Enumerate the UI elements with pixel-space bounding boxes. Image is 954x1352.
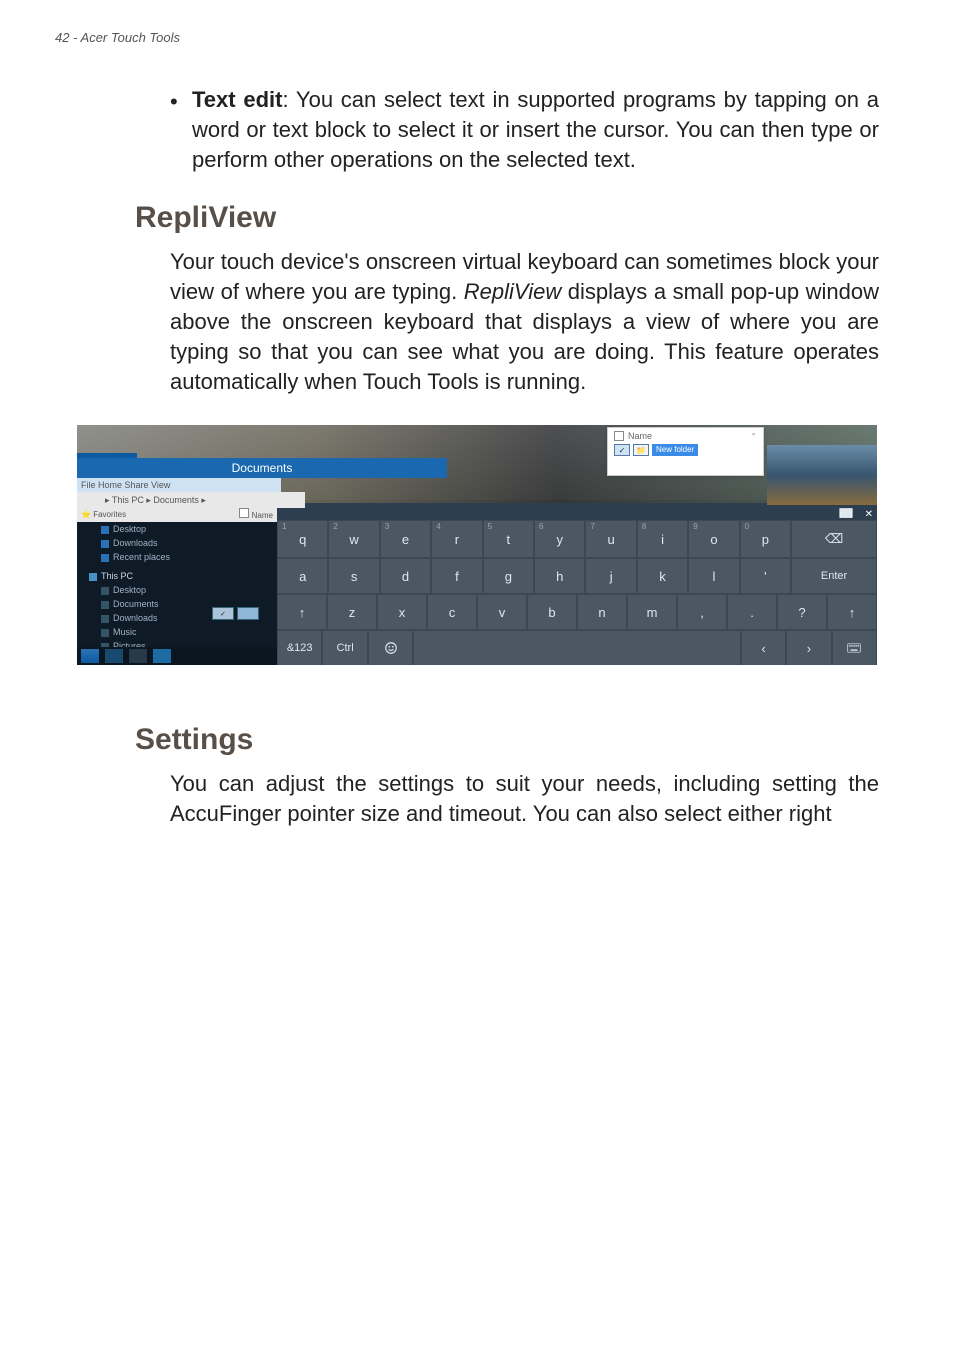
taskbar-active-app[interactable] [153, 649, 171, 663]
key-ctrl[interactable]: Ctrl [323, 631, 366, 665]
popup-checkbox[interactable] [614, 431, 624, 441]
key-comma[interactable]: , [678, 595, 726, 629]
nav-recent[interactable]: Recent places [77, 550, 277, 564]
key-a[interactable]: a [278, 559, 327, 593]
repliview-text-b: RepliView [464, 279, 561, 304]
kbd-row-3: ↑ z x c v b n m , . ? ↑ [277, 594, 877, 630]
key-question[interactable]: ? [778, 595, 826, 629]
key-c[interactable]: c [428, 595, 476, 629]
bullet-body: : You can select text in supported progr… [192, 87, 879, 172]
keyboard-titlebar: ✕ [839, 508, 873, 520]
explorer-column-header[interactable]: ⭐ Favorites Name [77, 508, 277, 522]
key-p[interactable]: p [741, 521, 790, 557]
bullet-marker: • [170, 85, 192, 175]
keyboard-icon [847, 641, 861, 655]
key-k[interactable]: k [638, 559, 687, 593]
popup-selected-row[interactable]: ✓ 📁 New folder [614, 444, 757, 456]
key-q[interactable]: q [278, 521, 327, 557]
key-emoji[interactable] [369, 631, 412, 665]
key-w[interactable]: w [329, 521, 378, 557]
taskbar-start[interactable] [81, 649, 99, 663]
kbd-row-2: a s d f g h j k l ' Enter [277, 558, 877, 594]
popup-selected-text[interactable]: New folder [652, 444, 698, 456]
popup-row-name: Name ⌃ [608, 428, 763, 442]
key-x[interactable]: x [378, 595, 426, 629]
key-f[interactable]: f [432, 559, 481, 593]
bullet-content: Text edit: You can select text in suppor… [192, 85, 879, 175]
key-keyboard-hide[interactable] [833, 631, 876, 665]
taskbar-explorer[interactable] [129, 649, 147, 663]
popup-caret-icon: ⌃ [750, 432, 757, 441]
nav-downloads[interactable]: Downloads [77, 536, 277, 550]
key-j[interactable]: j [586, 559, 635, 593]
key-num[interactable]: &123 [278, 631, 321, 665]
repliview-popup: Name ⌃ ✓ 📁 New folder [607, 427, 764, 476]
popup-check-icon: ✓ [614, 444, 630, 456]
popup-name-label: Name [628, 431, 652, 441]
key-b[interactable]: b [528, 595, 576, 629]
key-t[interactable]: t [484, 521, 533, 557]
selected-folder-badge[interactable]: ✓ [212, 607, 259, 620]
key-v[interactable]: v [478, 595, 526, 629]
popup-folder-icon: 📁 [633, 444, 649, 456]
key-shift-right[interactable]: ↑ [828, 595, 876, 629]
key-space[interactable] [414, 631, 740, 665]
bg-photo-right [767, 445, 877, 505]
heading-settings: Settings [135, 723, 899, 757]
kbd-row-1: q w e r t y u i o p ⌫ [277, 520, 877, 558]
key-shift-left[interactable]: ↑ [278, 595, 326, 629]
key-l[interactable]: l [689, 559, 738, 593]
nav-desktop[interactable]: Desktop [77, 522, 277, 536]
key-m[interactable]: m [628, 595, 676, 629]
page-header: 42 - Acer Touch Tools [55, 30, 899, 45]
key-y[interactable]: y [535, 521, 584, 557]
nav-thispc[interactable]: This PC [77, 569, 277, 583]
window-title: Documents [77, 458, 447, 478]
ribbon-tabs: File Home Share View [77, 478, 281, 492]
key-apostrophe[interactable]: ' [741, 559, 790, 593]
bullet-label: Text edit [192, 87, 282, 112]
bullet-text-edit: • Text edit: You can select text in supp… [170, 85, 879, 175]
key-r[interactable]: r [432, 521, 481, 557]
key-s[interactable]: s [329, 559, 378, 593]
col-checkbox[interactable] [239, 508, 249, 518]
key-h[interactable]: h [535, 559, 584, 593]
key-u[interactable]: u [586, 521, 635, 557]
key-d[interactable]: d [381, 559, 430, 593]
onscreen-keyboard: ✕ q w e r t y u i o p ⌫ a s [277, 520, 877, 665]
emoji-icon [384, 641, 398, 655]
taskbar-ie[interactable] [105, 649, 123, 663]
heading-repliview: RepliView [135, 201, 899, 235]
keyboard-close-icon[interactable]: ✕ [865, 509, 873, 520]
para-settings: You can adjust the settings to suit your… [170, 769, 879, 829]
key-g[interactable]: g [484, 559, 533, 593]
key-backspace[interactable]: ⌫ [792, 521, 876, 557]
document-page: 42 - Acer Touch Tools • Text edit: You c… [0, 0, 954, 1352]
key-z[interactable]: z [328, 595, 376, 629]
nav-music[interactable]: Music [77, 625, 277, 639]
key-right[interactable]: › [787, 631, 830, 665]
key-e[interactable]: e [381, 521, 430, 557]
address-breadcrumb[interactable]: ▸ This PC ▸ Documents ▸ [77, 492, 305, 508]
taskbar [77, 647, 281, 665]
explorer-nav-pane: ⭐ Favorites Name Desktop ✓ Downloads Rec… [77, 508, 277, 665]
col-name[interactable]: Name [252, 511, 273, 520]
key-period[interactable]: . [728, 595, 776, 629]
key-n[interactable]: n [578, 595, 626, 629]
key-i[interactable]: i [638, 521, 687, 557]
key-o[interactable]: o [689, 521, 738, 557]
nav-favorites[interactable]: Favorites [93, 510, 126, 519]
repliview-screenshot: Documents File Home Share View ‹› ▸ This… [77, 425, 877, 665]
key-left[interactable]: ‹ [742, 631, 785, 665]
para-repliview: Your touch device's onscreen virtual key… [170, 247, 879, 397]
key-enter[interactable]: Enter [792, 559, 876, 593]
nav-desktop2[interactable]: Desktop [77, 583, 277, 597]
kbd-row-4: &123 Ctrl ‹ › [277, 630, 877, 665]
